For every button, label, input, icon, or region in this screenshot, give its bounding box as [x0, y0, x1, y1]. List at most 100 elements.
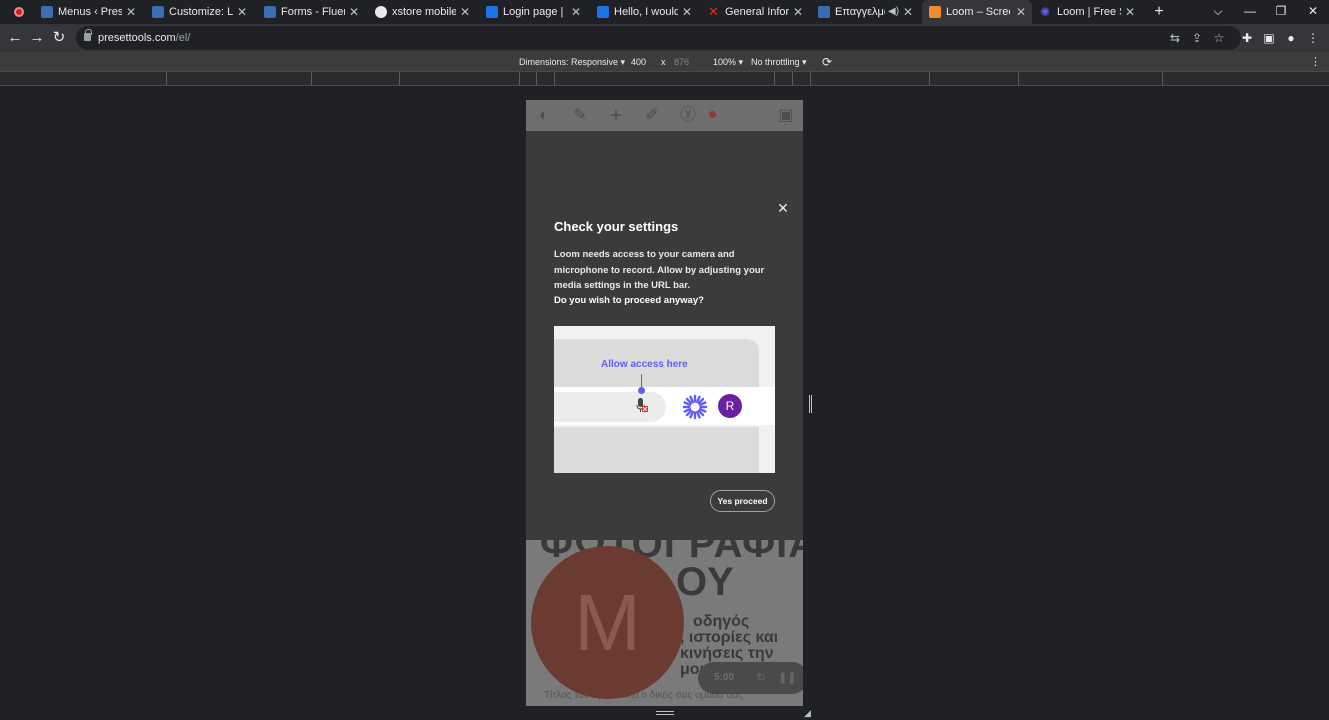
ruler-tick: [399, 72, 400, 85]
forward-arrow-icon[interactable]: →: [27, 28, 47, 48]
pause-icon[interactable]: ❚❚: [778, 670, 796, 686]
bookmark-star-icon[interactable]: ☆: [1210, 29, 1228, 47]
wordpress-favicon-icon: [152, 6, 164, 18]
camera-bubble-initial: M: [574, 578, 641, 667]
recording-controls: 5:00 ↻ ❚❚: [698, 662, 803, 694]
ruler-tick: [536, 72, 537, 85]
dimensions-label: Dimensions: Responsive: [519, 57, 619, 67]
loom-favicon-icon: [929, 6, 941, 18]
dashboard-icon[interactable]: ◐: [534, 106, 554, 126]
tab-label: Menus ‹ PresetTo: [58, 6, 122, 18]
close-window-button[interactable]: ✕: [1299, 0, 1327, 24]
tab-general-information[interactable]: ✕ General Informati ✕: [708, 0, 804, 24]
tab-close-icon[interactable]: ✕: [1015, 0, 1027, 24]
wordpress-favicon-icon: [264, 6, 276, 18]
user-avatar-icon[interactable]: ▣: [776, 106, 796, 126]
profile-icon[interactable]: ●: [1281, 28, 1301, 48]
wordpress-favicon-icon: [41, 6, 53, 18]
pointer-dot: [638, 387, 645, 394]
ruler-tick: [519, 72, 520, 85]
lock-icon[interactable]: [84, 29, 92, 41]
page-body-line: κινήσεις την: [680, 645, 774, 662]
tab-close-icon[interactable]: ✕: [681, 0, 693, 24]
minimize-button[interactable]: —: [1236, 0, 1264, 24]
tab-close-icon[interactable]: ✕: [1124, 0, 1136, 24]
tab-loom-free[interactable]: ✺ Loom | Free Scree ✕: [1040, 0, 1136, 24]
tab-label: Login page | Sign: [503, 6, 567, 18]
wordpress-favicon-icon: [818, 6, 830, 18]
tab-close-icon[interactable]: ✕: [459, 0, 471, 24]
site-admin-bar: ◐ ✎ + ✐ ⓨ ▣: [526, 100, 803, 131]
tab-loom-screen-recorder[interactable]: Loom – Screen R ✕: [922, 0, 1032, 24]
viewport-resize-handle-bottom[interactable]: [656, 711, 674, 715]
ruler-tick: [311, 72, 312, 85]
yes-proceed-button[interactable]: Yes proceed: [710, 490, 775, 512]
reload-icon[interactable]: ↻: [49, 28, 69, 48]
tab-close-icon[interactable]: ✕: [125, 0, 137, 24]
share-icon[interactable]: ⇪: [1188, 29, 1206, 47]
ruler-tick: [810, 72, 811, 85]
page-heading-line2: ΟΥ: [676, 560, 735, 604]
tab-label: Επαγγελματι: [835, 6, 885, 18]
plus-icon[interactable]: +: [606, 106, 626, 126]
tab-xstore[interactable]: xstore mobile me ✕: [375, 0, 471, 24]
url-host: presettools.com: [98, 32, 176, 44]
tab-close-icon[interactable]: ✕: [792, 0, 804, 24]
tab-hello[interactable]: Hello, I would lik ✕: [597, 0, 693, 24]
seo-icon[interactable]: ⓨ: [678, 106, 698, 126]
throttling-select[interactable]: No throttling ▾: [751, 52, 807, 72]
url-text[interactable]: presettools.com/el/: [98, 26, 190, 50]
tab-login-page[interactable]: Login page | Sign ✕: [486, 0, 582, 24]
tab-label: Customize: Lighti: [169, 6, 233, 18]
tab-label: General Informati: [725, 6, 789, 18]
ruler-tick: [1018, 72, 1019, 85]
tab-forms[interactable]: Forms - FluentFo ✕: [264, 0, 360, 24]
extensions-puzzle-icon[interactable]: ✚: [1237, 28, 1257, 48]
restore-button[interactable]: ❐: [1267, 0, 1295, 24]
tab-close-icon[interactable]: ✕: [902, 0, 914, 24]
device-more-button[interactable]: ⋮: [1310, 52, 1321, 72]
tab-close-icon[interactable]: ✕: [236, 0, 248, 24]
tab-close-icon[interactable]: ✕: [348, 0, 360, 24]
viewport-resize-corner-icon[interactable]: ◢: [804, 708, 814, 718]
ruler-tick: [792, 72, 793, 85]
tab-search-button[interactable]: ⌵: [1204, 0, 1232, 24]
avatar: R: [718, 394, 742, 418]
modal-description: Loom needs access to your camera and mic…: [554, 249, 765, 291]
ruler-tick: [929, 72, 930, 85]
tab-menus[interactable]: Menus ‹ PresetTo ✕: [41, 0, 137, 24]
speaker-icon[interactable]: ◀): [888, 0, 899, 24]
illustration-url-field: [554, 392, 666, 422]
throttling-label: No throttling: [751, 57, 800, 67]
ruler-tick: [554, 72, 555, 85]
width-input[interactable]: 400: [631, 52, 646, 72]
zoom-select[interactable]: 100% ▾: [713, 52, 743, 72]
browser-menu-icon[interactable]: ⋮: [1303, 28, 1323, 48]
allow-access-illustration: Allow access here R: [554, 326, 775, 473]
modal-question: Do you wish to proceed anyway?: [554, 295, 704, 306]
viewport-resize-handle-right[interactable]: [809, 395, 812, 413]
address-bar[interactable]: presettools.com/el/ ⇆ ⇪ ☆: [76, 26, 1241, 50]
edit-icon[interactable]: ✐: [642, 106, 662, 126]
site-favicon-icon: [486, 6, 498, 18]
allow-access-label: Allow access here: [601, 359, 688, 370]
tab-greek-page[interactable]: Επαγγελματι ◀) ✕: [818, 0, 914, 24]
ruler-tick: [166, 72, 167, 85]
back-arrow-icon[interactable]: ←: [5, 28, 25, 48]
restart-icon[interactable]: ↻: [754, 670, 768, 686]
new-tab-button[interactable]: +: [1151, 2, 1167, 22]
loom-logo-icon: [682, 394, 708, 420]
tab-label: Forms - FluentFo: [281, 6, 345, 18]
close-icon[interactable]: ✕: [774, 199, 792, 217]
dimensions-select[interactable]: Dimensions: Responsive ▾: [519, 52, 625, 72]
loom-camera-bubble[interactable]: M: [531, 546, 684, 699]
device-toolbar: Dimensions: Responsive ▾ 400 x 876 100% …: [0, 52, 1329, 72]
translate-icon[interactable]: ⇆: [1166, 29, 1184, 47]
side-panel-icon[interactable]: ▣: [1259, 28, 1279, 48]
tab-customize[interactable]: Customize: Lighti ✕: [152, 0, 248, 24]
brush-icon[interactable]: ✎: [570, 106, 590, 126]
height-input[interactable]: 876: [674, 52, 689, 72]
rotate-icon[interactable]: ⟳: [822, 52, 832, 72]
tab-close-icon[interactable]: ✕: [570, 0, 582, 24]
google-favicon-icon: [375, 6, 387, 18]
